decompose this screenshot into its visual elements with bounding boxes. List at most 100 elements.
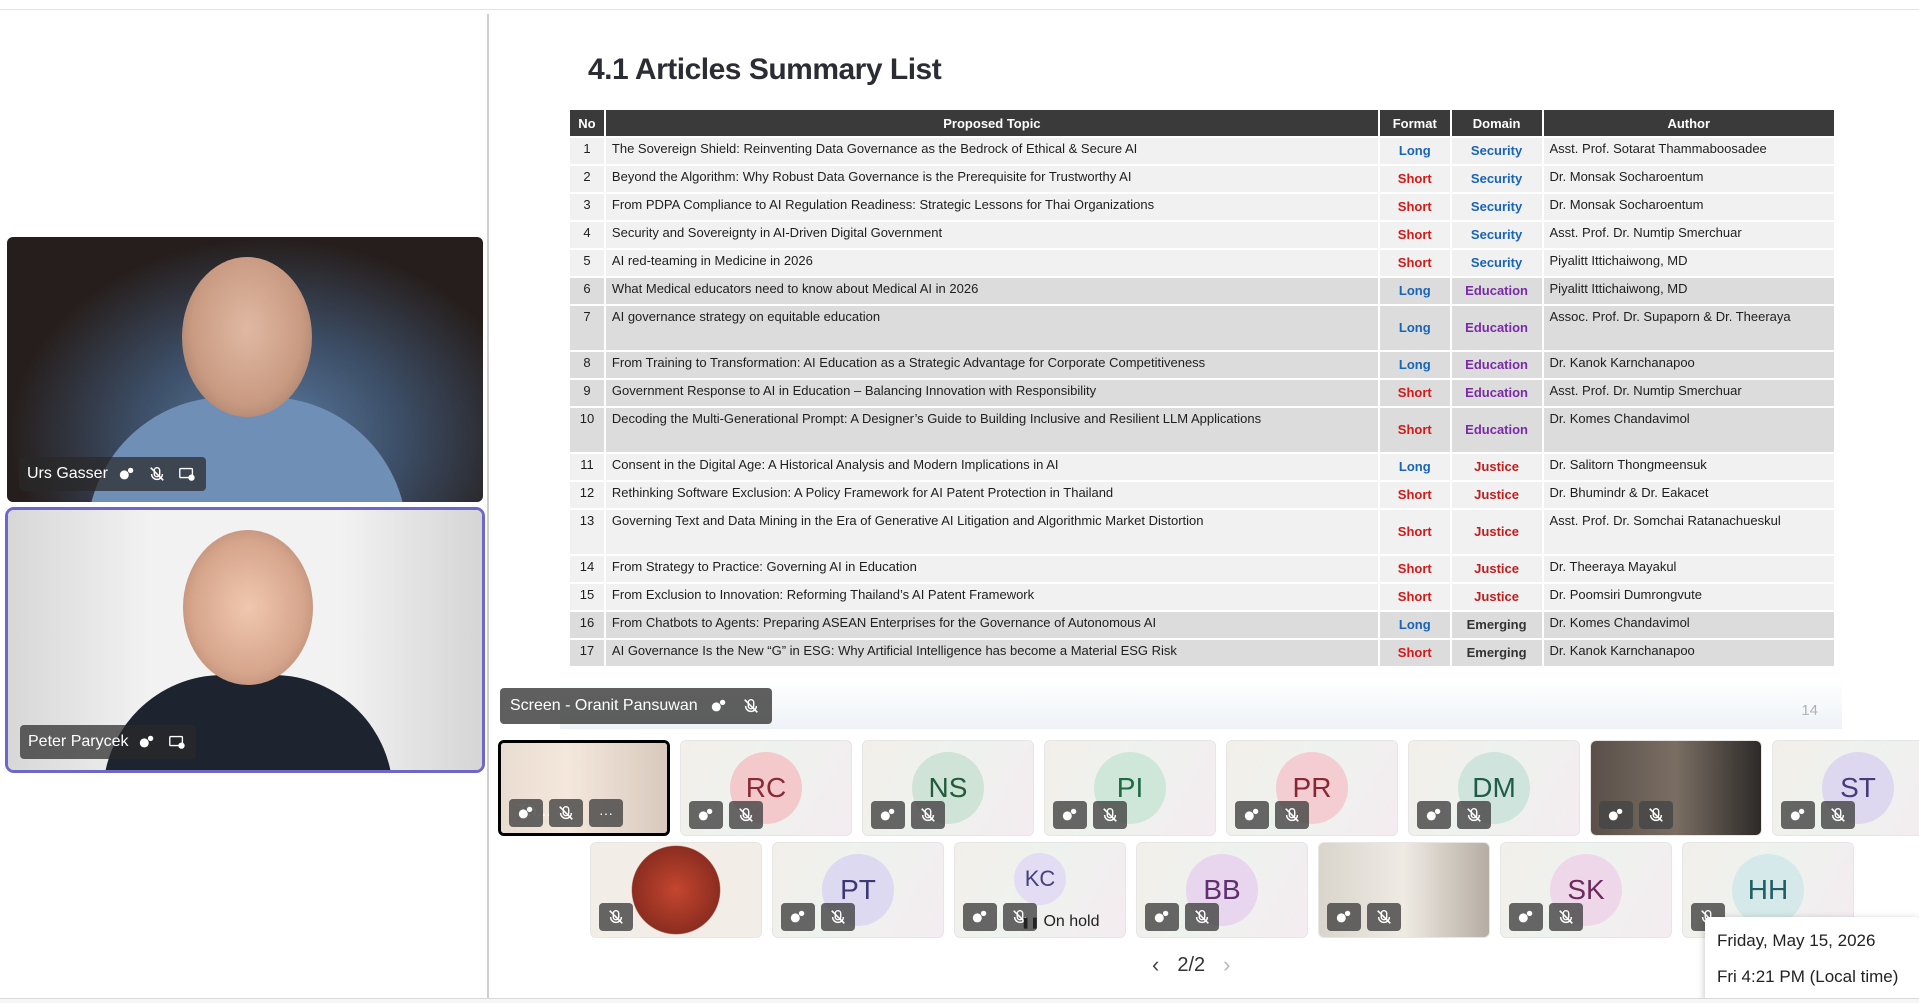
table-row: 8 From Training to Transformation: AI Edu… — [570, 352, 1834, 378]
row-number: 9 — [570, 380, 604, 406]
row-domain: Emerging — [1451, 640, 1542, 666]
row-format: Short — [1379, 194, 1450, 220]
mic-muted-icon[interactable] — [1549, 903, 1583, 931]
video-urs-gasser[interactable]: Urs Gasser — [7, 237, 483, 502]
row-topic: Governing Text and Data Mining in the Er… — [605, 510, 1378, 554]
mic-muted-icon[interactable] — [1093, 801, 1127, 829]
person-head — [182, 257, 312, 417]
table-row: 11 Consent in the Digital Age: A Historic… — [570, 454, 1834, 480]
table-row: 12 Rethinking Software Exclusion: A Polic… — [570, 482, 1834, 508]
hand-raise-icon — [1509, 903, 1543, 931]
mic-muted-icon[interactable] — [146, 463, 168, 485]
screen-share-icon[interactable] — [176, 463, 198, 485]
previous-page-button[interactable]: ‹ — [1152, 952, 1159, 978]
screen-share-icon[interactable] — [166, 731, 188, 753]
participant-tile[interactable] — [590, 842, 762, 938]
participant-tile[interactable] — [1590, 740, 1762, 836]
row-format: Short — [1379, 482, 1450, 508]
row-topic: Security and Sovereignty in AI-Driven Di… — [605, 222, 1378, 248]
meeting-window: Urs Gasser Peter Parycek 4.1 Articles Su… — [0, 0, 1919, 1003]
row-number: 5 — [570, 250, 604, 276]
tile-controls — [1781, 801, 1855, 829]
hand-raise-icon — [781, 903, 815, 931]
hold-status-text: On hold — [1043, 913, 1100, 930]
table-row: 10 Decoding the Multi-Generational Prompt… — [570, 408, 1834, 452]
table-header-row: No Proposed Topic Format Domain Author — [570, 110, 1834, 136]
mic-muted-icon[interactable] — [549, 799, 583, 827]
mic-muted-icon[interactable] — [1639, 801, 1673, 829]
row-topic: Rethinking Software Exclusion: A Policy … — [605, 482, 1378, 508]
tile-controls — [1235, 801, 1309, 829]
video-peter-parycek[interactable]: Peter Parycek — [8, 510, 482, 770]
row-author: Dr. Bhumindr & Dr. Eakacet — [1543, 482, 1834, 508]
hand-raise-icon — [1145, 903, 1179, 931]
row-domain: Justice — [1451, 510, 1542, 554]
participant-tile[interactable]: RC — [680, 740, 852, 836]
hand-raise-icon — [689, 801, 723, 829]
participant-tile[interactable]: ST — [1772, 740, 1919, 836]
mic-muted-icon[interactable] — [1367, 903, 1401, 931]
tile-controls — [599, 903, 633, 931]
row-format: Long — [1379, 138, 1450, 164]
table-row: 17 AI Governance Is the New “G” in ESG: W… — [570, 640, 1834, 666]
articles-summary-table: No Proposed Topic Format Domain Author 1… — [568, 108, 1836, 668]
row-domain: Justice — [1451, 482, 1542, 508]
row-format: Short — [1379, 222, 1450, 248]
row-domain: Security — [1451, 138, 1542, 164]
mic-muted-icon[interactable] — [1821, 801, 1855, 829]
page-indicator: 2/2 — [1177, 953, 1206, 976]
row-author: Dr. Salitorn Thongmeensuk — [1543, 454, 1834, 480]
participant-nameplate: Peter Parycek — [20, 725, 197, 759]
mic-muted-icon[interactable] — [911, 801, 945, 829]
row-number: 4 — [570, 222, 604, 248]
row-topic: From Strategy to Practice: Governing AI … — [605, 556, 1378, 582]
mic-muted-icon[interactable] — [1275, 801, 1309, 829]
participant-nameplate: Urs Gasser — [19, 457, 206, 491]
next-page-button[interactable]: › — [1223, 952, 1230, 978]
participant-tile[interactable] — [1318, 842, 1490, 938]
table-row: 4 Security and Sovereignty in AI-Driven D… — [570, 222, 1834, 248]
row-format: Short — [1379, 584, 1450, 610]
mic-muted-icon[interactable] — [599, 903, 633, 931]
row-topic: From Training to Transformation: AI Educ… — [605, 352, 1378, 378]
row-domain: Emerging — [1451, 612, 1542, 638]
row-author: Dr. Komes Chandavimol — [1543, 408, 1834, 452]
row-topic: What Medical educators need to know abou… — [605, 278, 1378, 304]
row-domain: Security — [1451, 222, 1542, 248]
hand-raise-icon — [116, 463, 138, 485]
row-number: 15 — [570, 584, 604, 610]
more-options-icon[interactable]: ··· — [589, 799, 623, 827]
row-format: Short — [1379, 408, 1450, 452]
participant-tile[interactable]: Th...··· — [498, 740, 670, 836]
mic-muted-icon[interactable] — [1185, 903, 1219, 931]
column-header: Format — [1379, 110, 1450, 136]
column-header: No — [570, 110, 604, 136]
row-author: Dr. Monsak Socharoentum — [1543, 166, 1834, 192]
participant-tile[interactable]: BB — [1136, 842, 1308, 938]
participant-tile[interactable]: PT — [772, 842, 944, 938]
table-row: 7 AI governance strategy on equitable edu… — [570, 306, 1834, 350]
column-header: Proposed Topic — [605, 110, 1378, 136]
mic-muted-icon[interactable] — [821, 903, 855, 931]
shared-slide: 4.1 Articles Summary List No Proposed To… — [560, 19, 1842, 729]
row-number: 11 — [570, 454, 604, 480]
participant-tile[interactable]: DM — [1408, 740, 1580, 836]
tile-controls — [781, 903, 855, 931]
participant-tile[interactable]: PR — [1226, 740, 1398, 836]
row-author: Dr. Kanok Karnchanapoo — [1543, 352, 1834, 378]
table-row: 16 From Chatbots to Agents: Preparing ASE… — [570, 612, 1834, 638]
slide-title: 4.1 Articles Summary List — [588, 53, 942, 86]
row-number: 16 — [570, 612, 604, 638]
participant-tile[interactable]: SK — [1500, 842, 1672, 938]
mic-muted-icon[interactable] — [729, 801, 763, 829]
tile-controls — [1509, 903, 1583, 931]
row-format: Short — [1379, 380, 1450, 406]
row-author: Dr. Komes Chandavimol — [1543, 612, 1834, 638]
participant-tile[interactable]: KC ❚❚ On hold — [954, 842, 1126, 938]
table-row: 15 From Exclusion to Innovation: Reformin… — [570, 584, 1834, 610]
mic-muted-icon[interactable] — [1457, 801, 1491, 829]
avatar: HH — [1732, 854, 1804, 926]
participant-tile[interactable]: PI — [1044, 740, 1216, 836]
participant-tile[interactable]: NS — [862, 740, 1034, 836]
mic-muted-icon[interactable] — [740, 695, 762, 717]
